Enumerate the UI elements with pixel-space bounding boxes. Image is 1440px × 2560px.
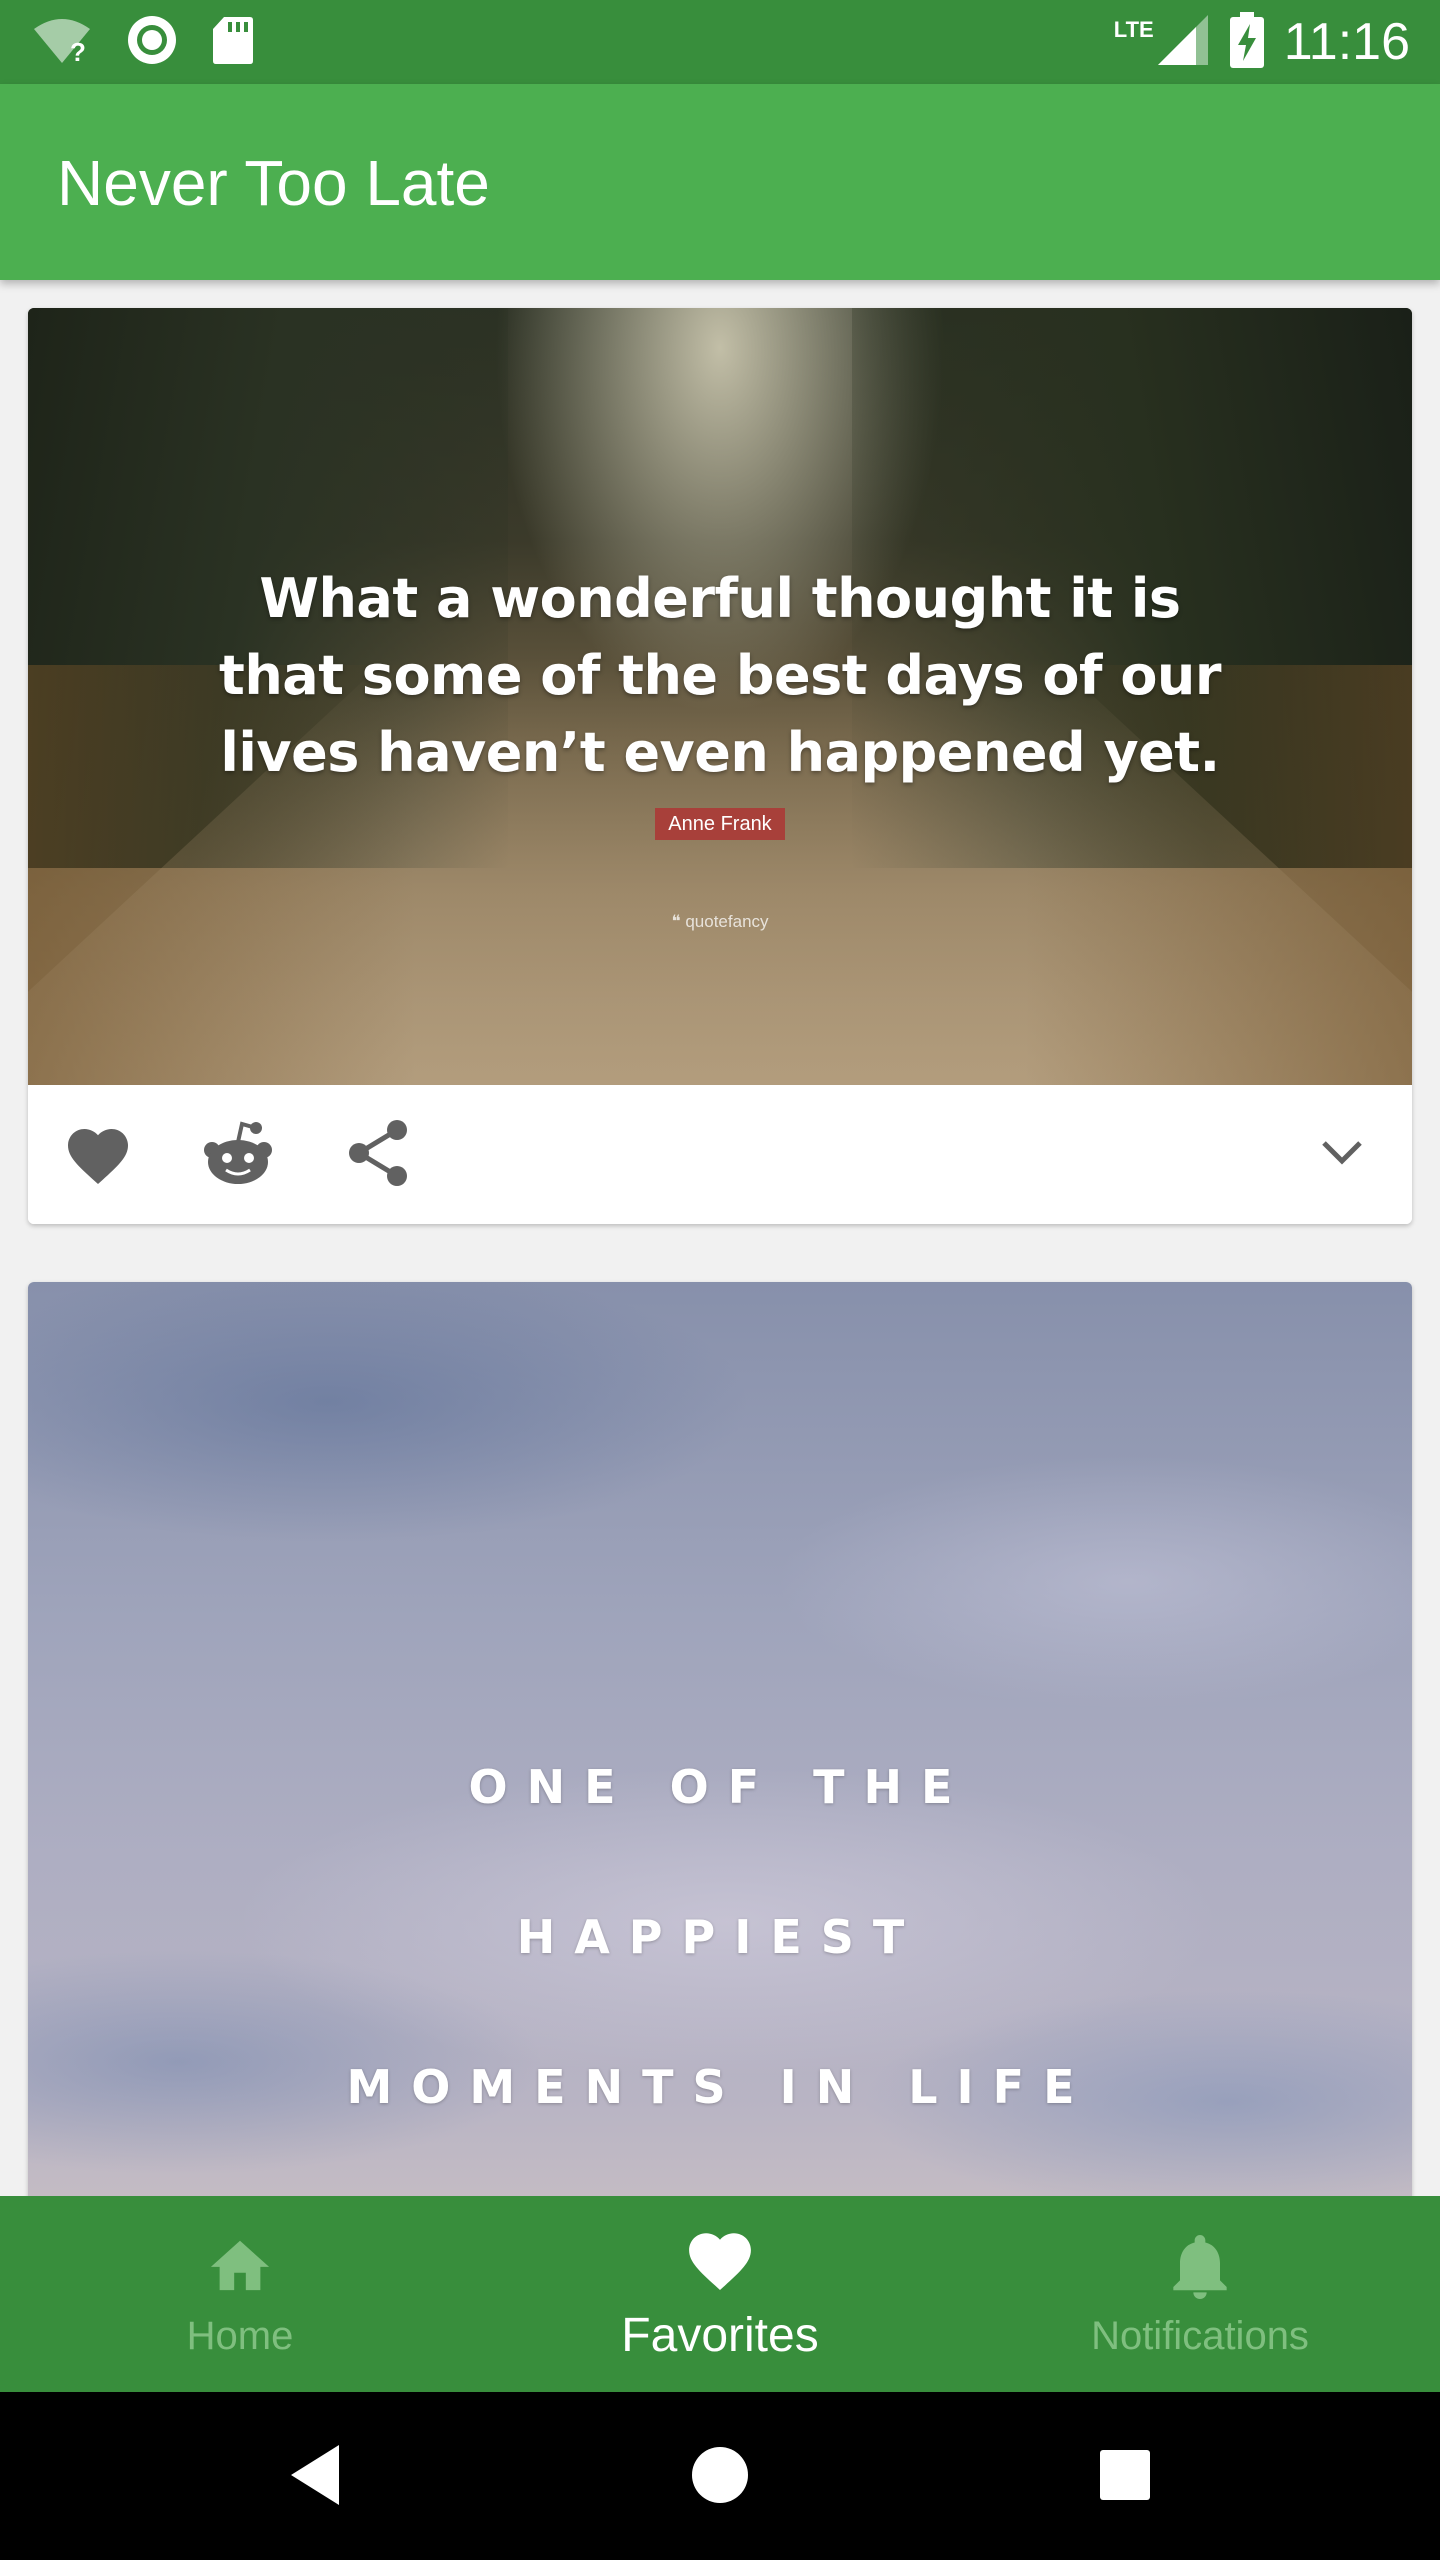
watermark-icon: ❝	[671, 912, 686, 931]
status-bar-right-icons: LTE 11:16	[1113, 11, 1410, 73]
back-triangle-icon	[287, 2443, 343, 2512]
sync-icon	[126, 14, 178, 71]
recents-square-icon	[1098, 2448, 1152, 2507]
home-icon	[0, 2232, 480, 2296]
svg-text:?: ?	[70, 37, 86, 65]
system-home-button[interactable]	[675, 2432, 765, 2522]
nav-favorites[interactable]: Favorites	[480, 2196, 960, 2392]
favorite-button[interactable]	[58, 1115, 138, 1195]
nav-home[interactable]: Home	[0, 2196, 480, 2392]
signal-icon	[1156, 13, 1210, 72]
status-bar-left-icons: ?	[32, 14, 254, 70]
quote-card: What a wonderful thought it is that some…	[28, 308, 1412, 1224]
quote-line: that some of the best days of our	[219, 644, 1222, 707]
bell-icon	[960, 2232, 1440, 2302]
quote-watermark: ❝ quotefancy	[28, 912, 1412, 932]
nav-notifications[interactable]: Notifications	[960, 2196, 1440, 2392]
quote-author: Anne Frank	[655, 808, 785, 840]
quote-line: lives haven’t even happened yet.	[220, 721, 1220, 784]
sd-card-icon	[212, 15, 254, 70]
system-recents-button[interactable]	[1080, 2432, 1170, 2522]
quote-line: What a wonderful thought it is	[259, 567, 1181, 630]
reddit-icon	[202, 1120, 274, 1191]
wifi-question-icon: ?	[32, 15, 92, 70]
app-title: Never Too Late	[57, 147, 490, 219]
system-navigation-bar	[0, 2392, 1440, 2560]
network-type-label: LTE	[1113, 17, 1154, 42]
chevron-down-icon	[1320, 1139, 1364, 1172]
quote-image[interactable]: ONE OF THE HAPPIEST MOMENTS IN LIFE	[28, 1282, 1412, 2196]
feed[interactable]: What a wonderful thought it is that some…	[0, 280, 1440, 2196]
battery-charging-icon	[1229, 11, 1264, 73]
quote-card: ONE OF THE HAPPIEST MOMENTS IN LIFE	[28, 1282, 1412, 2196]
system-back-button[interactable]	[270, 2432, 360, 2522]
nav-notifications-label: Notifications	[1091, 2314, 1309, 2358]
watermark-label: quotefancy	[685, 912, 769, 931]
status-clock: 11:16	[1283, 13, 1410, 71]
quote-image[interactable]: What a wonderful thought it is that some…	[28, 308, 1412, 1085]
quote-line: HAPPIEST	[516, 1910, 924, 1964]
card-actions	[28, 1085, 1412, 1224]
nav-favorites-label: Favorites	[621, 2309, 819, 2362]
share-button[interactable]	[338, 1115, 418, 1195]
share-icon	[345, 1118, 411, 1193]
quote-line: MOMENTS IN LIFE	[346, 2060, 1094, 2114]
reddit-share-button[interactable]	[198, 1115, 278, 1195]
heart-icon	[61, 1120, 135, 1191]
expand-button[interactable]	[1302, 1115, 1382, 1195]
home-circle-icon	[690, 2445, 750, 2510]
nav-home-label: Home	[186, 2314, 294, 2358]
app-bar: Never Too Late	[0, 84, 1440, 280]
status-bar: ? LTE 11:16	[0, 0, 1440, 84]
quote-text: What a wonderful thought it is that some…	[28, 560, 1412, 791]
heart-icon	[480, 2224, 960, 2292]
bottom-navigation: Home Favorites Notifications	[0, 2196, 1440, 2392]
quote-line: ONE OF THE	[468, 1760, 972, 1814]
